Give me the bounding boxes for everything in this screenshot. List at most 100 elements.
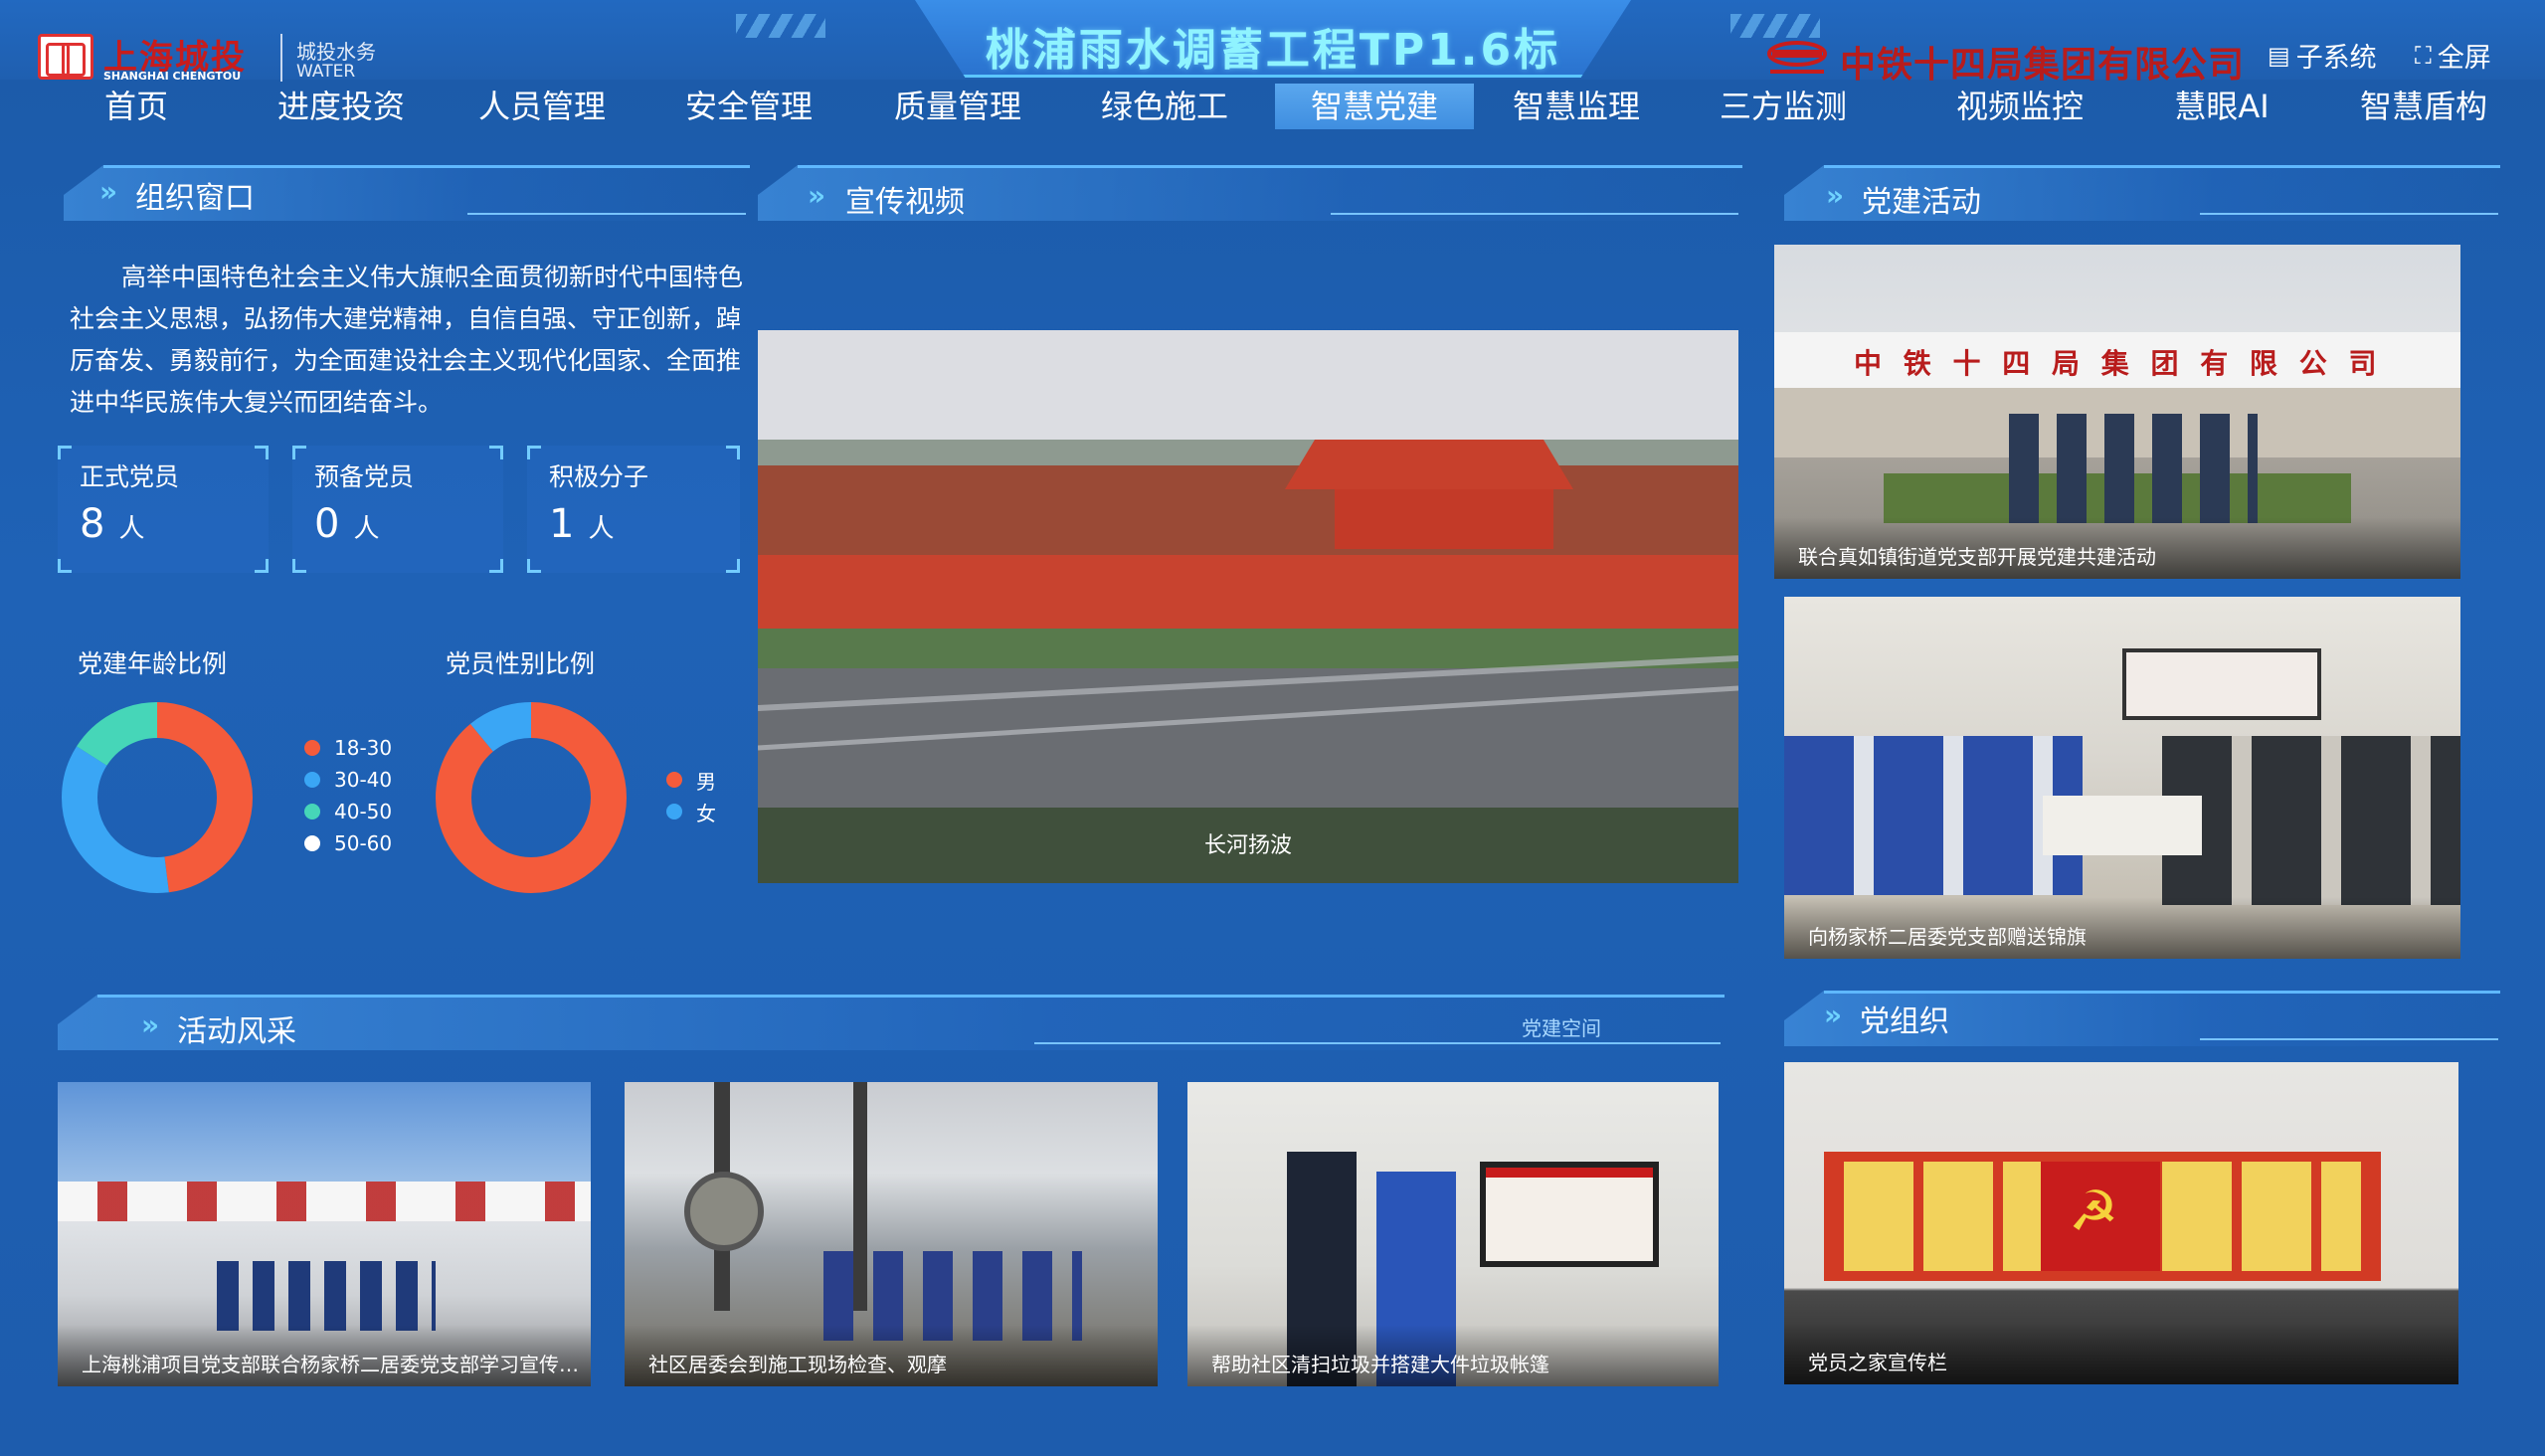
nav-item-green[interactable]: 绿色施工 bbox=[1098, 84, 1231, 129]
stat-card-probationary-members: 预备党员 0人 bbox=[292, 446, 503, 573]
fullscreen-icon: ⛶ bbox=[2415, 41, 2432, 70]
video-title: 宣传视频 bbox=[845, 185, 965, 220]
nav-item-monitoring[interactable]: 三方监测 bbox=[1717, 84, 1850, 129]
photo-caption: 上海桃浦项目党支部联合杨家桥二居委党支部学习宣传贯... bbox=[58, 1325, 591, 1386]
activity-photo-2[interactable]: 向杨家桥二居委党支部赠送锦旗 bbox=[1784, 597, 2460, 959]
promo-video-player[interactable]: 长河扬波 bbox=[758, 330, 1738, 883]
gallery-photo-2[interactable]: 社区居委会到施工现场检查、观摩 bbox=[625, 1082, 1158, 1386]
age-chart-legend: 18-30 30-40 40-50 50-60 bbox=[304, 732, 392, 859]
org-slogan-text: 高举中国特色社会主义伟大旗帜全面贯彻新时代中国特色社会主义思想，弘扬伟大建党精神… bbox=[70, 263, 744, 417]
nav-item-progress[interactable]: 进度投资 bbox=[274, 84, 408, 129]
nav-item-quality[interactable]: 质量管理 bbox=[891, 84, 1024, 129]
corner-decoration bbox=[527, 559, 541, 573]
people-group bbox=[217, 1261, 436, 1331]
age-donut-chart bbox=[62, 702, 253, 893]
chevron-right-icon: » bbox=[99, 175, 118, 208]
legend-label: 50-60 bbox=[334, 831, 393, 855]
company-sign-text: 中 铁 十 四 局 集 团 有 限 公 司 bbox=[1854, 347, 2383, 380]
corner-decoration bbox=[489, 446, 503, 459]
nav-item-ai[interactable]: 慧眼AI bbox=[2172, 84, 2272, 129]
party-emblem-icon: ☭ bbox=[2069, 1180, 2119, 1244]
shanghai-chengtou-logo-icon bbox=[38, 34, 93, 80]
chevron-right-icon: » bbox=[1826, 179, 1845, 212]
corner-decoration bbox=[527, 446, 541, 459]
stat-value: 1 bbox=[549, 501, 575, 547]
party-org-underline bbox=[2200, 1038, 2498, 1040]
chevron-right-icon: » bbox=[808, 179, 826, 212]
nav-item-safety[interactable]: 安全管理 bbox=[682, 84, 816, 129]
people-seated-right bbox=[2162, 736, 2460, 905]
fullscreen-label: 全屏 bbox=[2437, 43, 2491, 74]
party-org-photo[interactable]: ☭ 党员之家宣传栏 bbox=[1784, 1062, 2458, 1384]
nav-item-party[interactable]: 智慧党建 bbox=[1275, 84, 1474, 129]
corner-decoration bbox=[726, 446, 740, 459]
party-org-header-line bbox=[1824, 991, 2500, 994]
chevron-right-icon: » bbox=[141, 1008, 160, 1041]
crcc-logo-icon bbox=[1767, 41, 1827, 74]
photo-caption: 向杨家桥二居委党支部赠送锦旗 bbox=[1784, 897, 2460, 959]
main-nav: 首页 进度投资 人员管理 安全管理 质量管理 绿色施工 智慧党建 智慧监理 三方… bbox=[0, 84, 2545, 133]
nav-item-personnel[interactable]: 人员管理 bbox=[475, 84, 609, 129]
corner-decoration bbox=[58, 559, 72, 573]
photo-caption: 党员之家宣传栏 bbox=[1784, 1323, 2458, 1384]
tv-screen bbox=[2122, 648, 2321, 720]
legend-item: 40-50 bbox=[304, 796, 392, 827]
gender-chart-legend: 男 女 bbox=[666, 764, 716, 827]
header-decoration-left bbox=[736, 14, 825, 38]
corner-decoration bbox=[292, 559, 306, 573]
legend-label: 40-50 bbox=[334, 800, 393, 823]
legend-item: 30-40 bbox=[304, 764, 392, 796]
gallery-photo-3[interactable]: 帮助社区清扫垃圾并搭建大件垃圾帐篷 bbox=[1187, 1082, 1719, 1386]
party-activities-header-line bbox=[1824, 165, 2500, 168]
gallery-photo-1[interactable]: 上海桃浦项目党支部联合杨家桥二居委党支部学习宣传贯... bbox=[58, 1082, 591, 1386]
video-header-line bbox=[798, 165, 1742, 168]
legend-label: 女 bbox=[696, 801, 716, 825]
age-chart-title: 党建年龄比例 bbox=[78, 649, 228, 678]
meeting-table bbox=[2043, 796, 2202, 855]
video-subtitle: 长河扬波 bbox=[1203, 833, 1292, 858]
stat-label: 积极分子 bbox=[549, 462, 649, 491]
stat-value: 8 bbox=[80, 501, 105, 547]
activity-gallery-header-line bbox=[97, 995, 1725, 998]
people-group bbox=[2009, 414, 2258, 523]
header-decoration-right bbox=[1730, 14, 1820, 38]
donut-slice-男 bbox=[436, 702, 627, 893]
party-space-link[interactable]: 党建空间 bbox=[1522, 1012, 1601, 1041]
stat-value: 0 bbox=[314, 501, 340, 547]
fullscreen-button[interactable]: ⛶ 全屏 bbox=[2415, 36, 2491, 75]
legend-dot bbox=[666, 804, 682, 819]
stat-value-row: 8人 bbox=[80, 501, 144, 547]
subsystem-button[interactable]: ▤ 子系统 bbox=[2268, 36, 2377, 75]
legend-item: 男 bbox=[666, 764, 716, 796]
corner-decoration bbox=[726, 559, 740, 573]
party-org-title: 党组织 bbox=[1860, 1004, 1949, 1039]
nav-item-home[interactable]: 首页 bbox=[99, 84, 173, 129]
stat-unit: 人 bbox=[588, 514, 615, 544]
legend-item: 50-60 bbox=[304, 827, 392, 859]
stat-unit: 人 bbox=[353, 514, 380, 544]
org-window-header-line bbox=[103, 165, 750, 168]
party-activities-title: 党建活动 bbox=[1862, 185, 1981, 220]
legend-dot bbox=[304, 772, 320, 788]
nav-item-shield[interactable]: 智慧盾构 bbox=[2357, 84, 2490, 129]
corner-decoration bbox=[292, 446, 306, 459]
activity-photo-1[interactable]: 中 铁 十 四 局 集 团 有 限 公 司 联合真如镇街道党支部开展党建共建活动 bbox=[1774, 245, 2460, 579]
stat-card-formal-members: 正式党员 8人 bbox=[58, 446, 269, 573]
gender-chart-title: 党员性别比例 bbox=[446, 649, 596, 678]
nav-item-supervision[interactable]: 智慧监理 bbox=[1510, 84, 1643, 129]
video-underline bbox=[1331, 213, 1738, 215]
logo-divider bbox=[280, 34, 282, 82]
tiananmen-scene-image bbox=[758, 330, 1738, 883]
org-window-title: 组织窗口 bbox=[135, 181, 255, 216]
org-window-underline bbox=[467, 213, 746, 215]
photo-caption: 社区居委会到施工现场检查、观摩 bbox=[625, 1325, 1158, 1386]
logo-sub-english-text: WATER bbox=[296, 62, 356, 82]
nav-item-video[interactable]: 视频监控 bbox=[1953, 84, 2087, 129]
page-title: 桃浦雨水调蓄工程TP1.6标 bbox=[985, 25, 1561, 76]
gender-donut-chart bbox=[436, 702, 627, 893]
drill-rig bbox=[684, 1172, 764, 1251]
photo-caption: 帮助社区清扫垃圾并搭建大件垃圾帐篷 bbox=[1187, 1325, 1719, 1386]
corner-decoration bbox=[255, 446, 269, 459]
legend-label: 18-30 bbox=[334, 736, 393, 760]
activity-gallery-title: 活动风采 bbox=[177, 1014, 296, 1049]
